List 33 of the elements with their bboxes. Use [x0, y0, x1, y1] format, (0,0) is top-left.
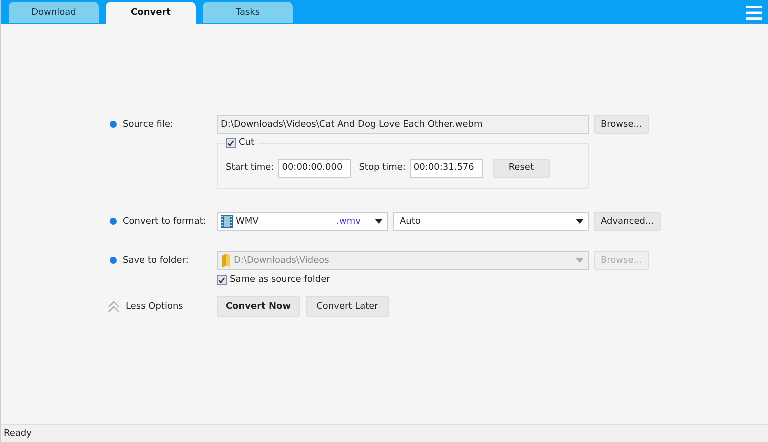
reset-button[interactable]: Reset	[492, 158, 550, 178]
checkbox[interactable]	[226, 138, 236, 148]
field-label: Stop time:	[359, 163, 406, 173]
caret-icon	[576, 219, 584, 224]
double-chevron-up-icon	[108, 300, 120, 312]
format-dropdown[interactable]: WMV .wmv	[217, 212, 388, 231]
tab[interactable]: Convert	[106, 2, 196, 24]
status-bar: Ready	[1, 424, 768, 442]
field-label: Source file:	[123, 120, 174, 130]
film-icon	[221, 215, 233, 228]
menu-icon[interactable]	[746, 6, 762, 20]
bullet-icon	[110, 257, 117, 264]
quality-dropdown[interactable]: Auto	[393, 212, 589, 231]
caret-icon	[576, 258, 584, 263]
tab[interactable]: Download	[9, 2, 99, 23]
bullet-icon	[110, 218, 117, 225]
caret-icon	[375, 219, 383, 224]
convert-later-button[interactable]: Convert Later	[306, 296, 389, 317]
field-label: Save to folder:	[123, 256, 189, 266]
checkbox-label: Same as source folder	[230, 275, 330, 285]
folder-icon	[221, 254, 231, 268]
field-label: Convert to format:	[123, 216, 206, 226]
start-time-field[interactable]: 00:00:00.000	[278, 158, 352, 178]
convert-now-button[interactable]: Convert Now	[217, 296, 300, 317]
stop-time-field[interactable]: 00:00:31.576	[410, 158, 483, 178]
source-file-field[interactable]: D:\Downloads\Videos\Cat And Dog Love Each Other.webm	[217, 115, 589, 134]
bullet-icon	[110, 121, 117, 128]
field-label: Start time:	[226, 163, 274, 173]
advanced-button[interactable]: Advanced...	[594, 212, 662, 231]
checkbox-label: Cut	[239, 138, 255, 148]
tab[interactable]: Tasks	[203, 2, 293, 23]
less-options-link[interactable]: Less Options	[108, 300, 217, 312]
browse-button[interactable]: Browse...	[594, 115, 650, 134]
